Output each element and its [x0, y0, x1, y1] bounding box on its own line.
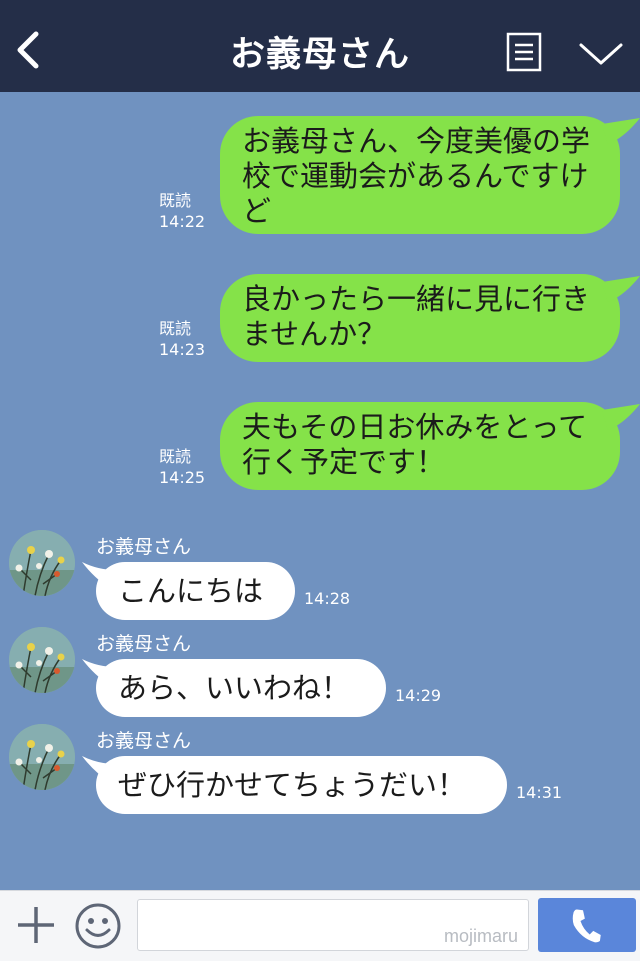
- sent-message-bubble[interactable]: 良かったら一緒に見に行きませんか？: [220, 274, 640, 362]
- read-receipt: 既読: [159, 319, 192, 338]
- received-message-text: こんにちは: [118, 574, 264, 608]
- message-time: 14:23: [159, 340, 206, 359]
- chat-header: お義母さん: [0, 0, 640, 92]
- received-message-bubble[interactable]: こんにちは: [82, 562, 295, 620]
- avatar[interactable]: [9, 724, 75, 790]
- bubble-tail: [82, 756, 116, 784]
- message-input[interactable]: mojimaru: [137, 899, 529, 951]
- sender-name: お義母さん: [96, 633, 192, 655]
- message-time: 14:29: [395, 686, 442, 705]
- received-message-bubble[interactable]: あら、いいわね！: [82, 659, 386, 717]
- flower-photo-icon: [9, 724, 75, 790]
- message-meta: 既読 14:25: [159, 446, 205, 488]
- phone-icon: [572, 909, 601, 943]
- input-bar: mojimaru: [0, 890, 640, 961]
- read-receipt: 既読: [159, 191, 192, 210]
- flower-photo-icon: [9, 530, 75, 596]
- chat-title: お義母さん: [229, 35, 410, 75]
- message-meta: 既読 14:22: [159, 190, 205, 232]
- watermark: mojimaru: [443, 926, 518, 946]
- message-time: 14:28: [304, 589, 351, 608]
- plus-icon[interactable]: [14, 903, 58, 947]
- smile-icon[interactable]: [73, 901, 123, 951]
- received-message-bubble[interactable]: ぜひ行かせてちょうだい！: [82, 756, 507, 814]
- bubble-tail: [82, 562, 116, 590]
- sent-message-bubble[interactable]: お義母さん、今度美優の学校で運動会があるんですけど: [220, 116, 640, 234]
- sent-message-text: 夫もその日お休みをとって行く予定です！: [242, 410, 588, 479]
- sender-name: お義母さん: [96, 730, 192, 752]
- message-time: 14:31: [516, 783, 563, 802]
- chevron-down-icon[interactable]: [578, 40, 624, 68]
- message-time: 14:22: [159, 212, 206, 231]
- received-message-text: ぜひ行かせてちょうだい！: [118, 768, 467, 802]
- call-button[interactable]: [538, 898, 636, 952]
- flower-photo-icon: [9, 627, 75, 693]
- sent-message-text: 良かったら一緒に見に行きませんか？: [242, 282, 591, 351]
- avatar[interactable]: [9, 530, 75, 596]
- message-meta: 既読 14:23: [159, 318, 205, 360]
- document-menu-icon[interactable]: [506, 32, 542, 72]
- bubble-tail: [602, 276, 640, 302]
- bubble-tail: [602, 118, 640, 144]
- received-message-text: あら、いいわね！: [118, 671, 351, 705]
- chat-area[interactable]: お義母さん、今度美優の学校で運動会があるんですけど 既読 14:22 良かったら…: [0, 92, 640, 890]
- avatar[interactable]: [9, 627, 75, 693]
- message-time: 14:25: [159, 468, 206, 487]
- bubble-tail: [82, 659, 116, 687]
- read-receipt: 既読: [159, 447, 192, 466]
- bubble-tail: [602, 404, 640, 430]
- sent-message-text: お義母さん、今度美優の学校で運動会があるんですけど: [242, 124, 591, 228]
- sent-message-bubble[interactable]: 夫もその日お休みをとって行く予定です！: [220, 402, 640, 490]
- sender-name: お義母さん: [96, 536, 192, 558]
